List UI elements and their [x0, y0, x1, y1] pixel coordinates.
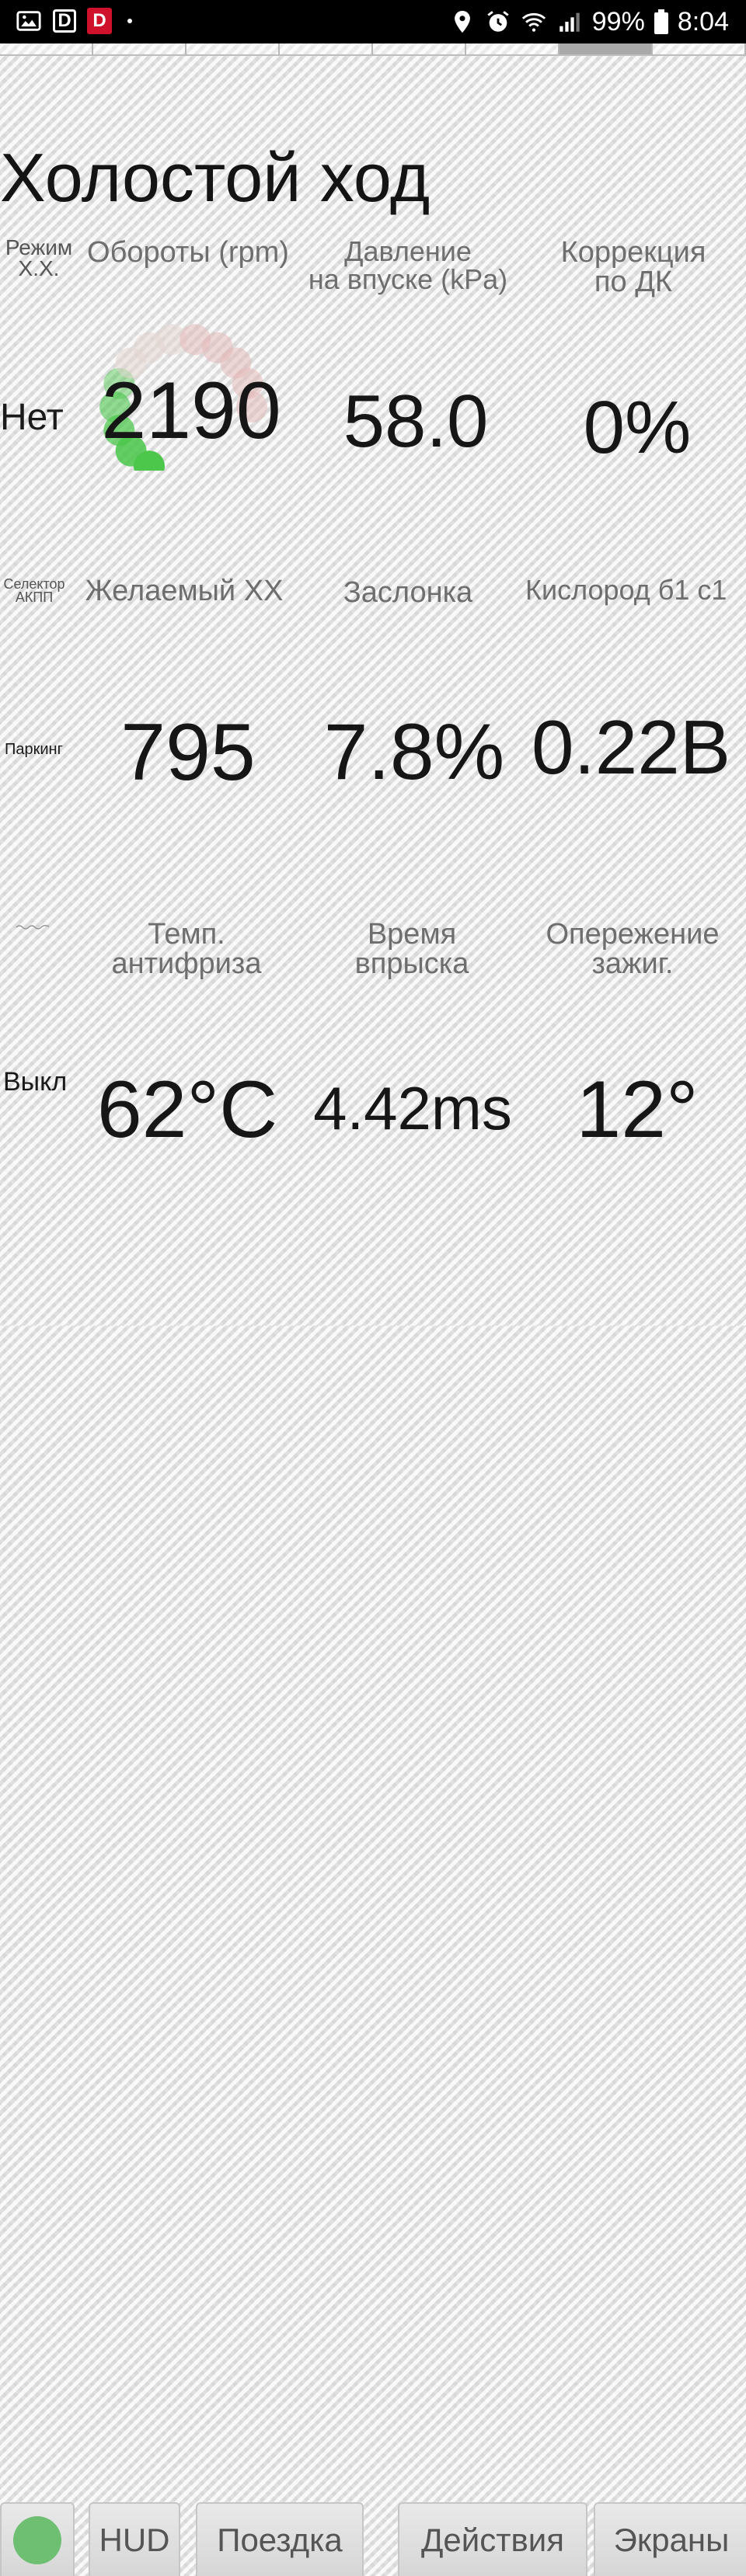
- battery-icon: [654, 9, 668, 34]
- correction-label-line1: Коррекция: [560, 236, 706, 269]
- page-indicator-segment[interactable]: [466, 43, 560, 56]
- gear-selector-value[interactable]: Паркинг: [5, 741, 63, 759]
- page-indicator-segment[interactable]: [186, 43, 280, 56]
- intake-pressure-label-line1: Давление: [344, 235, 472, 267]
- page-indicator-segment[interactable]: [280, 43, 373, 56]
- desired-idle-value[interactable]: 795: [71, 707, 305, 799]
- correction-value[interactable]: 0%: [536, 385, 738, 471]
- timing-label-line2: зажиг.: [591, 947, 674, 980]
- screen-title: Холостой ход: [0, 139, 431, 216]
- throttle-label: Заслонка: [343, 576, 473, 609]
- screens-button[interactable]: Экраны: [594, 2502, 746, 2576]
- rpm-value[interactable]: 2190: [75, 365, 308, 457]
- desired-idle-label: Желаемый ХХ: [85, 575, 284, 607]
- status-bar: D D 99% 8:04: [0, 0, 746, 43]
- wifi-icon: [521, 12, 546, 32]
- connection-status-dot: [13, 2515, 61, 2564]
- trip-button[interactable]: Поездка: [196, 2502, 364, 2576]
- coolant-label-line1: Темп.: [148, 918, 225, 951]
- mini-value[interactable]: Выкл: [3, 1067, 67, 1097]
- more-notifications-icon: [127, 19, 132, 23]
- coolant-label: Темп. антифриза: [78, 920, 295, 979]
- page-indicator-segment[interactable]: [93, 43, 186, 56]
- timing-label: Опережение зажиг.: [525, 920, 740, 979]
- timing-label-line1: Опережение: [546, 918, 720, 951]
- page-indicator-segment[interactable]: [653, 43, 746, 56]
- connection-status-button[interactable]: [0, 2502, 75, 2576]
- coolant-label-line2: антифриза: [111, 947, 262, 980]
- alarm-icon: [487, 11, 509, 32]
- actions-button[interactable]: Действия: [398, 2502, 587, 2576]
- injection-label-line2: впрыска: [354, 947, 469, 980]
- app-d-icon: D: [53, 9, 76, 33]
- location-icon: [454, 10, 470, 33]
- intake-pressure-label: Давление на впуске (kPa): [288, 238, 528, 294]
- oxygen-label: Кислород б1 с1: [525, 574, 727, 606]
- throttle-value[interactable]: 7.8%: [302, 707, 527, 798]
- intake-pressure-label-line2: на впуске (kPa): [308, 263, 508, 295]
- page-indicator-segment[interactable]: [373, 43, 466, 56]
- idle-mode-value[interactable]: Нет: [0, 396, 64, 439]
- bottom-tab-bar: HUD Поездка Действия Экраны: [0, 1250, 746, 2576]
- scribble-icon: [16, 925, 50, 930]
- injection-label: Время впрыска: [295, 920, 528, 979]
- gallery-icon: [16, 11, 41, 31]
- coolant-value[interactable]: 62°C: [75, 1064, 300, 1156]
- app-d-red-icon: D: [87, 8, 112, 34]
- injection-value[interactable]: 4.42ms: [292, 1073, 533, 1144]
- signal-icon: [560, 12, 580, 32]
- injection-label-line1: Время: [367, 918, 457, 951]
- battery-percent: 99%: [591, 6, 645, 37]
- correction-label-line2: по ДК: [594, 266, 673, 298]
- page-indicator[interactable]: [0, 43, 746, 57]
- mini-label: [16, 921, 50, 930]
- timing-value[interactable]: 12°: [536, 1064, 738, 1156]
- gear-selector-label: Селектор АКПП: [3, 576, 65, 606]
- hud-button[interactable]: HUD: [89, 2502, 180, 2576]
- oxygen-value[interactable]: 0.22В: [532, 704, 746, 791]
- idle-mode-label: Режим Х.Х.: [5, 235, 73, 280]
- rpm-label: Обороты (rpm): [87, 236, 289, 269]
- intake-pressure-value[interactable]: 58.0: [288, 379, 544, 464]
- correction-label: Коррекция по ДК: [536, 238, 730, 297]
- page-indicator-segment[interactable]: [0, 43, 93, 56]
- clock: 8:04: [677, 6, 729, 37]
- page-indicator-segment[interactable]: [560, 43, 653, 56]
